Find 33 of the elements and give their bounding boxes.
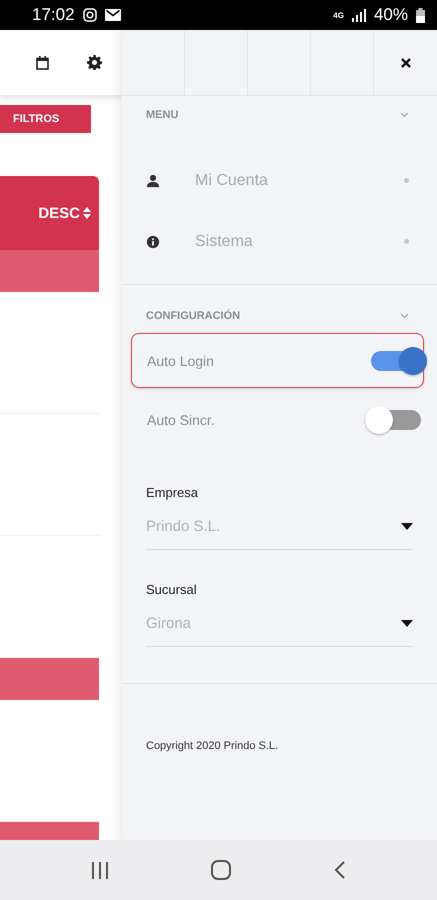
home-icon[interactable]: [211, 860, 232, 880]
status-time: 17:02: [32, 5, 75, 25]
menu-item[interactable]: Sistema: [122, 211, 437, 272]
setting-label: Auto Sincr.: [147, 412, 215, 428]
dropdown-field[interactable]: Girona: [146, 615, 413, 647]
dropdown-field[interactable]: Prindo S.L.: [146, 518, 413, 550]
caret-icon: [401, 523, 413, 530]
sort-button[interactable]: DESC: [38, 204, 91, 222]
chevron-icon[interactable]: [400, 313, 409, 319]
settings-icon[interactable]: [87, 55, 102, 70]
user-icon: [146, 174, 160, 188]
recent-apps-icon[interactable]: [91, 862, 110, 878]
setting-label: Auto Login: [147, 352, 214, 368]
copyright-text: Copyright 2020 Prindo S.L.: [146, 740, 278, 752]
chevron-icon[interactable]: [400, 112, 409, 118]
menu-item[interactable]: Mi Cuenta: [122, 150, 437, 211]
back-icon[interactable]: [334, 861, 346, 879]
mail-icon: [104, 9, 121, 21]
signal-icon: [352, 8, 366, 22]
filters-button[interactable]: FILTROS: [0, 105, 91, 133]
network-label: 4G: [333, 10, 344, 20]
section-title: CONFIGURACIÓN: [146, 310, 240, 322]
section-title: MENU: [146, 109, 178, 121]
field-label: Empresa: [146, 485, 200, 500]
camera-icon: [82, 8, 97, 22]
battery-icon: [416, 8, 425, 22]
close-icon[interactable]: [400, 58, 410, 68]
battery-level: 40%: [374, 5, 408, 25]
info-icon: [146, 234, 160, 248]
field-label: Sucursal: [146, 582, 198, 597]
sort-icon: [83, 207, 91, 219]
caret-icon: [401, 620, 413, 627]
calendar-icon[interactable]: [36, 56, 49, 70]
